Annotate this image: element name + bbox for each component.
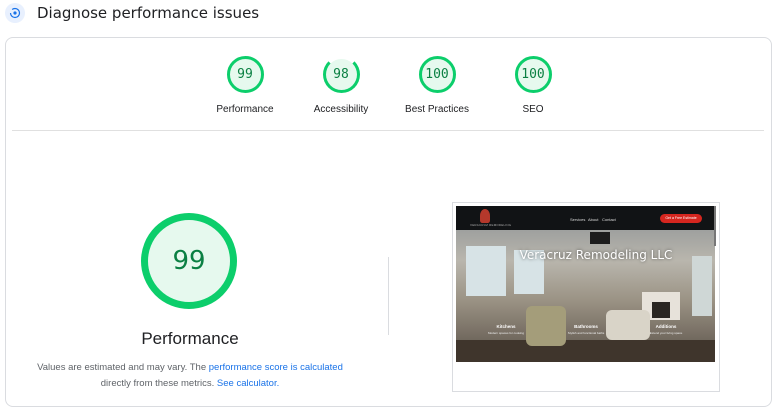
- section-title: Diagnose performance issues: [37, 4, 260, 22]
- performance-score-link[interactable]: performance score is calculated: [209, 362, 343, 373]
- screenshot-tv: [590, 232, 610, 244]
- screenshot-feature-1: Kitchens Modern spaces for cooking: [481, 324, 531, 335]
- screenshot-scrollbar: [714, 206, 716, 246]
- estimate-note-prefix: Values are estimated and may vary. The: [37, 362, 209, 373]
- estimate-note-middle: directly from these metrics.: [100, 378, 215, 389]
- screenshot-feature-2: Bathrooms Stylish and functional baths: [561, 324, 611, 335]
- screenshot-heading: Veracruz Remodeling LLC: [519, 248, 673, 262]
- page-screenshot[interactable]: VERACRUZ REMODELING Services About Conta…: [456, 206, 715, 362]
- screenshot-feature-2-sub: Stylish and functional baths: [567, 331, 605, 335]
- screenshot-navbar: VERACRUZ REMODELING Services About Conta…: [456, 206, 715, 230]
- screenshot-nav-services: Services: [570, 217, 586, 222]
- screenshot-feature-1-title: Kitchens: [496, 324, 516, 329]
- screenshot-feature-3-title: Additions: [655, 324, 677, 329]
- screenshot-logo-text: VERACRUZ REMODELING: [470, 223, 512, 227]
- screenshot-feature-3: Additions Extend your living space: [641, 324, 691, 335]
- gauge-seo-score: 100: [514, 56, 552, 93]
- gauge-best-practices-score: 100: [418, 56, 456, 93]
- screenshot-nav-about: About: [588, 217, 599, 222]
- screenshot-window-left: [466, 246, 506, 296]
- screenshot-chair: [526, 306, 566, 346]
- screenshot-logo: [480, 209, 490, 223]
- screenshot-feature-2-title: Bathrooms: [574, 324, 598, 329]
- gauge-seo-label: SEO: [522, 104, 544, 115]
- screenshot-feature-1-sub: Modern spaces for cooking: [487, 331, 525, 335]
- gauge-accessibility-score: 98: [322, 56, 360, 93]
- screenshot-shelf: [692, 256, 712, 316]
- see-calculator-link[interactable]: See calculator.: [217, 378, 279, 389]
- vertical-divider: [388, 257, 389, 335]
- screenshot-feature-3-sub: Extend your living space: [649, 331, 683, 335]
- performance-heading: Performance: [141, 329, 239, 348]
- section-header: Diagnose performance issues: [0, 0, 778, 32]
- screenshot-floor: [456, 340, 715, 362]
- gauge-seo[interactable]: 100 SEO: [473, 56, 593, 115]
- divider: [12, 130, 764, 131]
- estimate-note-line2: directly from these metrics. See calcula…: [20, 378, 360, 389]
- performance-score-gauge: 99: [141, 213, 237, 309]
- screenshot-nav-contact: Contact: [602, 217, 616, 222]
- gauge-performance-score: 99: [226, 56, 264, 93]
- estimate-note-line1: Values are estimated and may vary. The p…: [20, 362, 360, 373]
- screenshot-cta-button: Get a Free Estimate: [660, 214, 702, 223]
- diagnose-icon: [5, 3, 25, 23]
- screenshot-firebox: [652, 302, 670, 318]
